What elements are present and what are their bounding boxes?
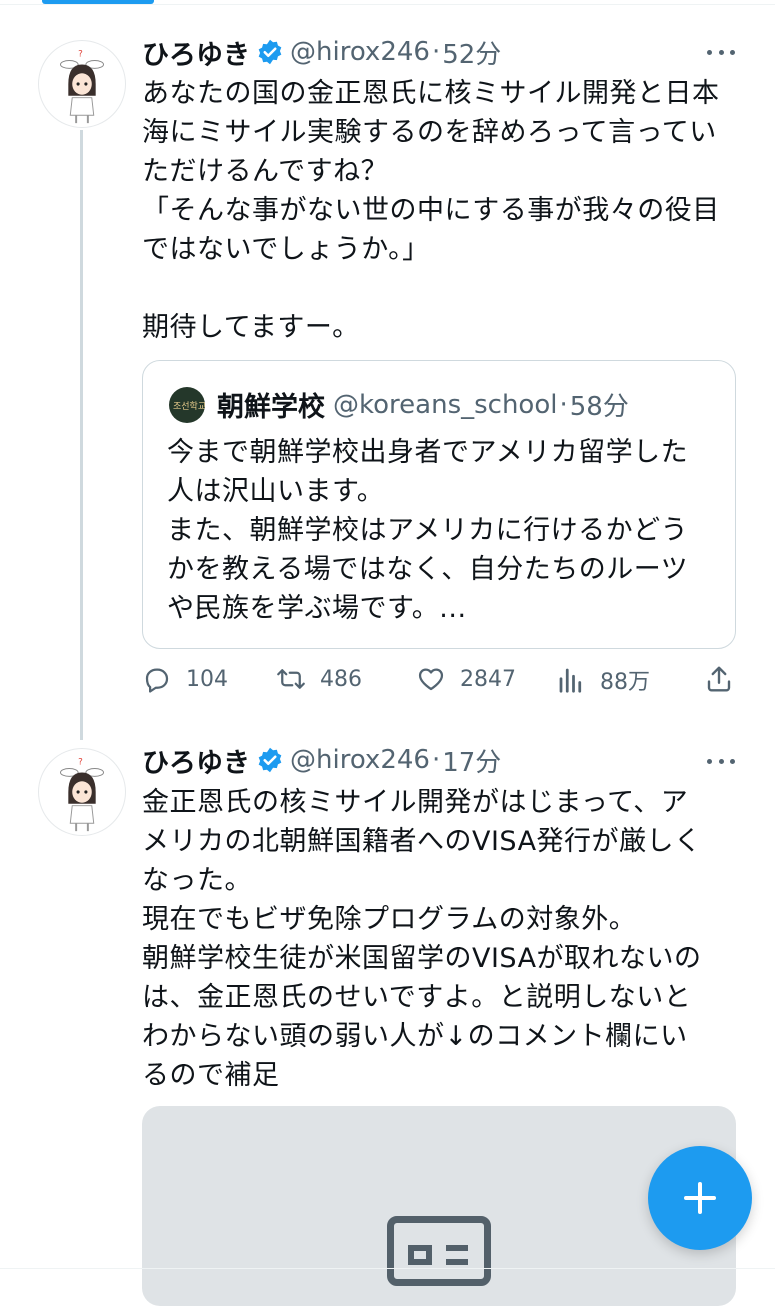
reply-count: 104 <box>186 666 228 692</box>
svg-text:?: ? <box>78 50 83 60</box>
like-count: 2847 <box>460 666 516 692</box>
quoted-tweet-text: 今まで朝鮮学校出身者でアメリカ留学した 人は沢山います。 また、朝鮮学校はアメリ… <box>167 437 689 624</box>
views-icon <box>559 668 582 693</box>
retweet-button[interactable]: 486 <box>276 664 362 694</box>
compose-button[interactable] <box>648 1146 752 1250</box>
quoted-avatar: 조선학교 <box>169 386 205 423</box>
avatar-illustration: ? <box>60 50 104 124</box>
user-handle[interactable]: @hirox246 <box>290 745 430 775</box>
thread-connector-line <box>80 130 83 740</box>
media-placeholder[interactable] <box>142 1106 736 1306</box>
display-name[interactable]: ひろゆき <box>142 741 250 780</box>
verified-badge-icon <box>258 39 282 65</box>
display-name[interactable]: ひろゆき <box>142 33 250 72</box>
timestamp[interactable]: 52分 <box>442 34 501 71</box>
tweet-header: ひろゆき @hirox246 · 52分 <box>142 32 501 72</box>
more-icon[interactable] <box>707 48 735 56</box>
user-handle[interactable]: @hirox246 <box>290 37 430 67</box>
retweet-icon <box>277 669 305 689</box>
avatar[interactable]: ? <box>38 40 126 128</box>
more-icon[interactable] <box>707 757 735 765</box>
share-button[interactable] <box>704 664 748 694</box>
tweet-actions: 104 486 2847 88万 <box>142 664 736 704</box>
quoted-tweet[interactable]: 조선학교 朝鮮学校 @koreans_school · 58分 今まで朝鮮学校出… <box>142 360 736 649</box>
tweet-header: ひろゆき @hirox246 · 17分 <box>142 740 501 780</box>
verified-badge-icon <box>258 747 282 773</box>
quoted-tweet-header: 조선학교 朝鮮学校 @koreans_school · 58分 <box>169 385 629 424</box>
separator-dot: · <box>431 37 441 67</box>
quoted-avatar-logo-text: 조선학교 <box>173 401 205 412</box>
separator-dot: · <box>559 389 568 420</box>
retweet-count: 486 <box>320 666 362 692</box>
timestamp[interactable]: 17分 <box>442 742 501 779</box>
quoted-display-name: 朝鮮学校 <box>217 392 325 423</box>
divider <box>0 1268 775 1269</box>
quoted-user-handle: @koreans_school <box>333 389 558 420</box>
image-placeholder-icon <box>387 1216 491 1286</box>
views-button[interactable]: 88万 <box>556 664 650 696</box>
tweet-text: 金正恩氏の核ミサイル開発がはじまって、ア メリカの北朝鮮国籍者へのVISA発行が… <box>142 787 702 1091</box>
like-icon <box>418 668 444 691</box>
reply-icon <box>145 668 169 693</box>
separator-dot: · <box>431 745 441 775</box>
svg-text:?: ? <box>78 758 83 768</box>
avatar-illustration: ? <box>60 758 104 832</box>
like-button[interactable]: 2847 <box>416 664 516 694</box>
view-count: 88万 <box>600 670 650 695</box>
quoted-timestamp: 58分 <box>569 392 629 422</box>
divider <box>0 4 775 5</box>
reply-button[interactable]: 104 <box>142 664 228 694</box>
share-icon <box>707 666 731 692</box>
avatar[interactable]: ? <box>38 748 126 836</box>
tweet-text: あなたの国の金正恩氏に核ミサイル開発と日本 海にミサイル実験するのを辞めろって言… <box>142 78 720 343</box>
